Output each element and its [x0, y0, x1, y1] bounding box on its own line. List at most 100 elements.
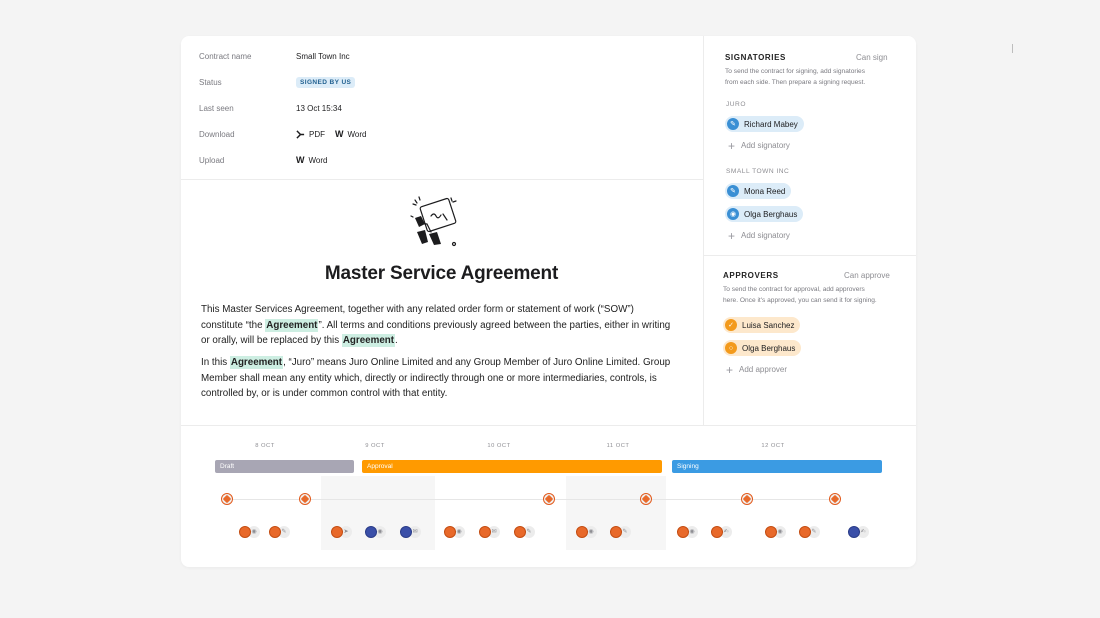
juro-event-icon[interactable]	[829, 493, 841, 505]
agreement-highlight[interactable]: Agreement	[265, 318, 319, 332]
upload-label: Upload	[199, 155, 225, 165]
signatory-chip[interactable]: ◉ Olga Berghaus	[725, 206, 804, 222]
text-cursor	[1012, 44, 1013, 53]
plus-icon: +	[728, 138, 736, 153]
sign-event[interactable]: ✍	[848, 525, 869, 538]
signatories-description-2: from each side. Then prepare a signing r…	[725, 79, 866, 86]
approval-phase-bar[interactable]: Approval	[362, 460, 662, 473]
add-approver-button[interactable]: + Add approver	[726, 362, 787, 377]
juro-event-icon[interactable]	[221, 493, 233, 505]
comment-event[interactable]: ✉	[400, 525, 421, 538]
timeline-shade	[321, 476, 435, 550]
timeline-divider	[181, 425, 916, 426]
avatar	[711, 525, 723, 538]
avatar	[576, 525, 588, 538]
plus-icon: +	[728, 228, 736, 243]
word-icon: W	[335, 129, 344, 139]
avatar	[677, 525, 689, 538]
document-title: Master Service Agreement	[324, 263, 559, 284]
timeline-date: 11 OCT	[606, 443, 630, 449]
approvers-heading: APPROVERS	[723, 271, 779, 280]
agreement-highlight[interactable]: Agreement	[229, 356, 284, 369]
view-event[interactable]: ◉	[444, 525, 465, 538]
contract-card: Contract name Small Town Inc Status SIGN…	[181, 36, 916, 567]
avatar	[514, 525, 526, 538]
eye-icon: ◉	[727, 208, 739, 220]
view-event[interactable]: ◉	[239, 525, 260, 538]
signing-illustration-icon	[410, 196, 457, 247]
pdf-icon	[296, 129, 305, 139]
sign-event[interactable]: ✍	[711, 525, 732, 538]
pending-icon: ○	[725, 342, 737, 354]
check-icon: ✓	[725, 319, 737, 331]
juro-event-icon[interactable]	[741, 493, 753, 505]
pen-icon: ✎	[727, 118, 739, 130]
edit-event[interactable]: ✎	[610, 525, 631, 538]
add-signatory-button[interactable]: + Add signatory	[728, 228, 790, 243]
edit-event[interactable]: ✎	[799, 525, 820, 538]
download-row: Download PDF W Word	[199, 127, 366, 141]
download-pdf-button[interactable]: PDF	[296, 130, 325, 139]
juro-group-label: JURO	[726, 101, 746, 108]
avatar	[799, 525, 811, 538]
signatories-heading: SIGNATORIES	[725, 53, 786, 62]
can-sign-label: Can sign	[856, 53, 888, 62]
timeline-date: 8 OCT	[255, 443, 275, 449]
pen-icon: ✎	[727, 185, 739, 197]
plus-icon: +	[726, 362, 734, 377]
agreement-highlight[interactable]: Agreement	[341, 334, 396, 348]
signatory-chip[interactable]: ✎ Richard Mabey	[725, 116, 804, 132]
contract-name-row: Contract name Small Town Inc	[199, 49, 350, 63]
timeline-shade	[566, 476, 666, 550]
download-word-label: Word	[347, 129, 367, 139]
send-event[interactable]: ➤	[331, 525, 352, 538]
view-event[interactable]: ◉	[365, 525, 386, 538]
sidebar-divider	[703, 36, 704, 425]
avatar	[400, 525, 412, 538]
small-town-group-label: SMALL TOWN INC	[726, 168, 790, 175]
timeline-date: 10 OCT	[487, 443, 511, 449]
juro-event-icon[interactable]	[543, 493, 555, 505]
download-word-button[interactable]: W Word	[335, 129, 366, 139]
avatar	[239, 525, 251, 538]
approvers-description-1: To send the contract for approval, add a…	[723, 286, 865, 293]
approver-chip[interactable]: ○ Olga Berghaus	[723, 340, 802, 356]
avatar	[331, 525, 343, 538]
view-event[interactable]: ◉	[576, 525, 597, 538]
add-signatory-label: Add signatory	[741, 231, 790, 240]
view-event[interactable]: ◉	[765, 525, 786, 538]
avatar	[444, 525, 456, 538]
last-seen-label: Last seen	[199, 103, 234, 113]
add-signatory-button[interactable]: + Add signatory	[728, 138, 790, 153]
signatory-name: Richard Mabey	[744, 119, 798, 129]
edit-event[interactable]: ✎	[269, 525, 290, 538]
download-pdf-label: PDF	[309, 129, 325, 139]
juro-event-icon[interactable]	[299, 493, 311, 505]
avatar	[848, 525, 860, 538]
edit-event[interactable]: ✎	[514, 525, 535, 538]
last-seen-row: Last seen 13 Oct 15:34	[199, 101, 342, 115]
details-divider	[181, 179, 703, 180]
avatar	[765, 525, 777, 538]
comment-event[interactable]: ✉	[479, 525, 500, 538]
contract-name-value[interactable]: Small Town Inc	[296, 52, 350, 61]
approver-name: Luisa Sanchez	[742, 320, 795, 330]
status-row: Status SIGNED BY US	[199, 75, 356, 89]
approvers-description-2: here. Once it's approved, you can send i…	[723, 297, 877, 304]
avatar	[479, 525, 491, 538]
signing-phase-bar[interactable]: Signing	[672, 460, 882, 473]
status-badge: SIGNED BY US	[296, 76, 356, 88]
signatories-description-1: To send the contract for signing, add si…	[725, 68, 866, 75]
view-event[interactable]: ◉	[677, 525, 698, 538]
approver-name: Olga Berghaus	[742, 343, 796, 353]
approver-chip[interactable]: ✓ Luisa Sanchez	[723, 317, 801, 333]
upload-word-button[interactable]: W Word	[296, 155, 327, 165]
upload-row: Upload W Word	[199, 153, 327, 167]
juro-event-icon[interactable]	[640, 493, 652, 505]
add-signatory-label: Add signatory	[741, 141, 790, 150]
text-span: .	[395, 335, 398, 347]
avatar	[269, 525, 281, 538]
draft-phase-bar[interactable]: Draft	[215, 460, 354, 473]
signatory-chip[interactable]: ✎ Mona Reed	[725, 183, 792, 199]
signatory-name: Olga Berghaus	[744, 209, 798, 219]
